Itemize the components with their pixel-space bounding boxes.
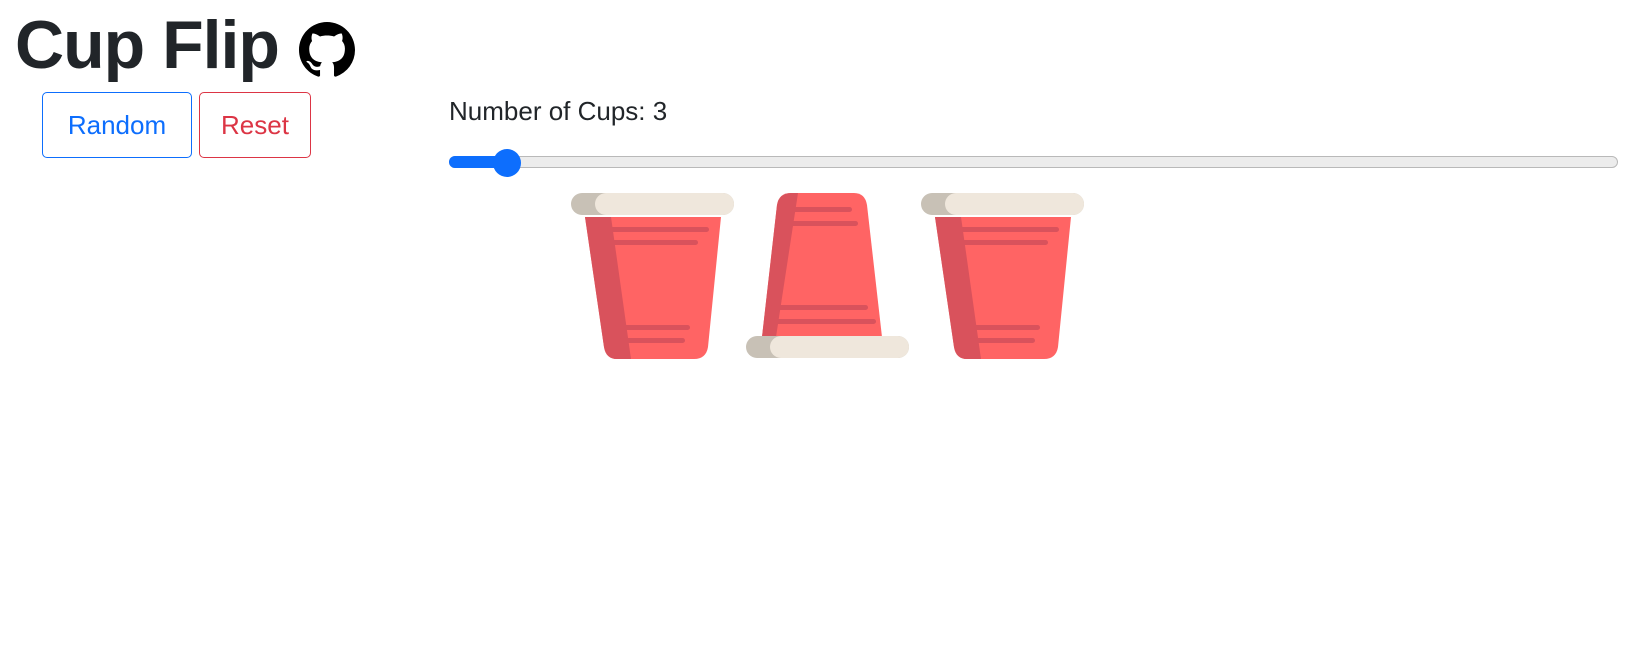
cup-icon (571, 193, 734, 359)
cup-count-label: Number of Cups: 3 (449, 96, 668, 126)
cup-row (571, 193, 1091, 373)
reset-button[interactable]: Reset (199, 92, 311, 158)
slider-track[interactable] (449, 156, 1618, 168)
page-title: Cup Flip (15, 7, 280, 83)
header: Cup Flip (15, 0, 355, 90)
cup-upright[interactable] (921, 193, 1091, 371)
github-icon (298, 22, 355, 77)
cup-icon (746, 193, 909, 358)
cup-upright[interactable] (571, 193, 741, 371)
cup-count-slider[interactable] (449, 149, 1618, 177)
cup-icon (921, 193, 1084, 359)
cup-flipped[interactable] (746, 193, 916, 371)
slider-thumb[interactable] (493, 149, 521, 177)
random-button[interactable]: Random (42, 92, 192, 158)
app-page: Cup Flip Random Reset Number of Cups: 3 (0, 0, 1648, 646)
github-link[interactable] (298, 22, 355, 78)
